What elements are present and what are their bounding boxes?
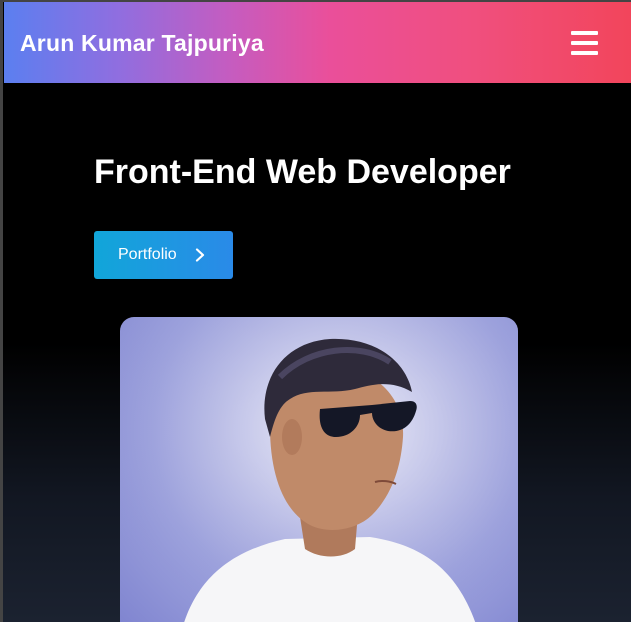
chevron-right-icon [195,248,204,262]
page-frame: Arun Kumar Tajpuriya Front-End Web Devel… [3,2,631,622]
navbar: Arun Kumar Tajpuriya [4,2,631,83]
profile-photo [120,317,518,622]
site-brand[interactable]: Arun Kumar Tajpuriya [20,28,264,58]
portfolio-button-label: Portfolio [118,246,177,263]
hamburger-menu-icon[interactable] [569,28,601,58]
hero-title: Front-End Web Developer [94,153,511,191]
portfolio-button[interactable]: Portfolio [94,231,233,279]
person-illustration [120,317,518,622]
